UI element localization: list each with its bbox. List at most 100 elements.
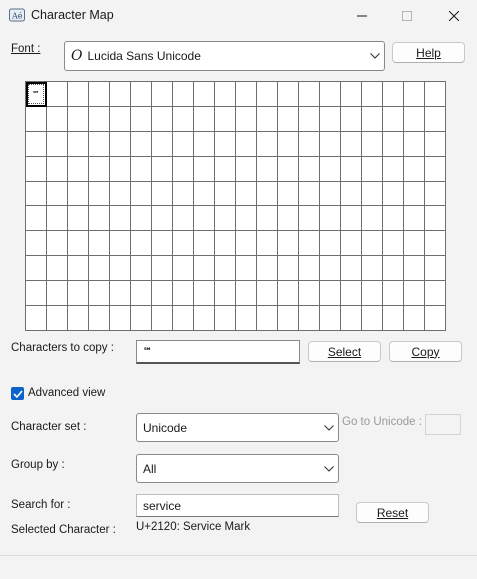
- character-cell[interactable]: [278, 306, 299, 331]
- character-cell[interactable]: [26, 106, 47, 132]
- character-cell[interactable]: [362, 281, 383, 307]
- character-cell[interactable]: [299, 181, 320, 207]
- character-cell[interactable]: [383, 82, 404, 107]
- search-input[interactable]: service: [136, 494, 339, 517]
- character-cell[interactable]: [299, 206, 320, 232]
- character-cell[interactable]: [425, 281, 446, 307]
- character-cell[interactable]: [68, 106, 89, 132]
- character-cell[interactable]: [131, 181, 152, 207]
- character-cell[interactable]: [278, 156, 299, 182]
- character-cell[interactable]: [299, 131, 320, 157]
- character-cell[interactable]: [26, 181, 47, 207]
- character-cell[interactable]: [68, 281, 89, 307]
- character-cell[interactable]: [425, 256, 446, 282]
- character-cell[interactable]: [425, 206, 446, 232]
- character-cell[interactable]: [404, 82, 425, 107]
- character-cell[interactable]: [299, 281, 320, 307]
- character-cell[interactable]: [320, 82, 341, 107]
- character-cell[interactable]: [299, 306, 320, 331]
- group-by-dropdown[interactable]: All: [136, 454, 339, 483]
- character-cell[interactable]: [68, 131, 89, 157]
- character-cell[interactable]: [320, 281, 341, 307]
- character-cell[interactable]: [152, 281, 173, 307]
- character-cell[interactable]: [173, 106, 194, 132]
- character-cell[interactable]: [110, 82, 131, 107]
- character-cell[interactable]: [236, 306, 257, 331]
- character-cell[interactable]: [383, 181, 404, 207]
- character-cell[interactable]: [152, 206, 173, 232]
- character-cell[interactable]: [404, 131, 425, 157]
- character-cell[interactable]: [194, 281, 215, 307]
- character-cell[interactable]: [320, 181, 341, 207]
- character-cell[interactable]: [215, 281, 236, 307]
- character-cell[interactable]: [215, 206, 236, 232]
- character-cell[interactable]: [173, 231, 194, 257]
- character-cell[interactable]: [236, 281, 257, 307]
- character-cell[interactable]: [320, 256, 341, 282]
- character-cell[interactable]: [383, 281, 404, 307]
- character-cell[interactable]: [383, 206, 404, 232]
- character-cell[interactable]: [110, 206, 131, 232]
- character-cell[interactable]: [278, 131, 299, 157]
- character-cell[interactable]: [404, 206, 425, 232]
- character-cell[interactable]: [215, 82, 236, 107]
- character-cell[interactable]: [383, 106, 404, 132]
- character-cell[interactable]: [89, 106, 110, 132]
- character-cell[interactable]: [257, 82, 278, 107]
- character-cell[interactable]: [194, 206, 215, 232]
- character-cell[interactable]: [152, 181, 173, 207]
- character-cell[interactable]: [47, 131, 68, 157]
- character-cell[interactable]: [404, 231, 425, 257]
- character-cell[interactable]: [299, 106, 320, 132]
- character-set-dropdown[interactable]: Unicode: [136, 413, 339, 442]
- character-cell[interactable]: [152, 231, 173, 257]
- character-cell[interactable]: [383, 256, 404, 282]
- character-cell[interactable]: [236, 181, 257, 207]
- character-cell[interactable]: [152, 82, 173, 107]
- character-cell[interactable]: [341, 131, 362, 157]
- character-cell[interactable]: [383, 306, 404, 331]
- character-cell[interactable]: [131, 231, 152, 257]
- character-cell[interactable]: [236, 231, 257, 257]
- character-cell[interactable]: [68, 82, 89, 107]
- character-cell[interactable]: [383, 131, 404, 157]
- character-cell[interactable]: [257, 106, 278, 132]
- font-dropdown[interactable]: O Lucida Sans Unicode: [64, 41, 385, 71]
- character-cell[interactable]: [278, 82, 299, 107]
- character-cell[interactable]: [341, 231, 362, 257]
- character-cell[interactable]: [404, 256, 425, 282]
- character-cell[interactable]: [47, 206, 68, 232]
- character-cell[interactable]: [299, 82, 320, 107]
- character-cell[interactable]: [278, 281, 299, 307]
- character-cell[interactable]: [299, 256, 320, 282]
- character-grid[interactable]: ℠: [25, 81, 446, 331]
- character-cell[interactable]: [89, 131, 110, 157]
- character-cell[interactable]: [173, 306, 194, 331]
- character-cell[interactable]: [131, 206, 152, 232]
- character-cell[interactable]: [26, 256, 47, 282]
- character-cell[interactable]: [89, 156, 110, 182]
- character-cell[interactable]: [362, 206, 383, 232]
- character-cell[interactable]: [215, 106, 236, 132]
- maximize-button[interactable]: [384, 0, 430, 32]
- character-cell[interactable]: [194, 82, 215, 107]
- character-cell[interactable]: [47, 156, 68, 182]
- character-cell[interactable]: [173, 156, 194, 182]
- character-cell[interactable]: [68, 256, 89, 282]
- characters-to-copy-field[interactable]: ℠: [136, 340, 300, 364]
- character-cell[interactable]: [278, 256, 299, 282]
- character-cell[interactable]: [131, 106, 152, 132]
- character-cell[interactable]: [173, 281, 194, 307]
- character-cell[interactable]: [320, 231, 341, 257]
- character-cell[interactable]: [257, 131, 278, 157]
- character-cell[interactable]: [131, 131, 152, 157]
- character-cell[interactable]: [404, 106, 425, 132]
- character-cell[interactable]: [68, 181, 89, 207]
- character-cell[interactable]: [26, 156, 47, 182]
- character-cell[interactable]: [236, 106, 257, 132]
- character-cell[interactable]: [278, 181, 299, 207]
- character-cell[interactable]: [341, 306, 362, 331]
- character-cell[interactable]: [320, 156, 341, 182]
- character-cell[interactable]: [362, 306, 383, 331]
- character-cell[interactable]: [110, 281, 131, 307]
